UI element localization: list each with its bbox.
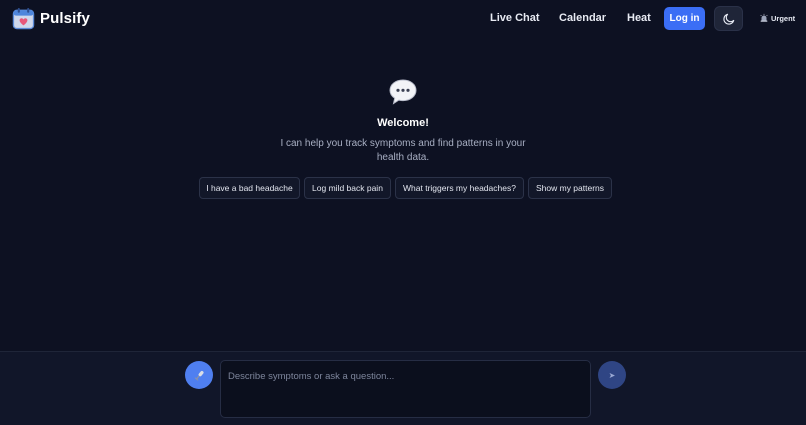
suggestion-log-back-pain[interactable]: Log mild back pain <box>304 177 391 199</box>
welcome-panel: Welcome! I can help you track symptoms a… <box>0 78 806 165</box>
speech-bubble-icon <box>389 79 417 105</box>
suggestion-show-patterns[interactable]: Show my patterns <box>528 177 612 199</box>
app-name: Pulsify <box>40 10 90 27</box>
urgent-label: Urgent <box>771 13 796 23</box>
app-root: Pulsify Live Chat Calendar Heat Log in U… <box>0 0 806 425</box>
send-button[interactable]: ➤ <box>598 361 626 389</box>
moon-icon <box>722 13 734 25</box>
login-button[interactable]: Log in <box>664 7 705 30</box>
welcome-description: I can help you track symptoms and find p… <box>280 138 526 163</box>
calendar-heart-icon <box>12 7 35 30</box>
nav-live-chat[interactable]: Live Chat <box>490 12 540 24</box>
message-composer: ➤ <box>0 351 806 425</box>
suggestion-headache-triggers[interactable]: What triggers my headaches? <box>395 177 524 199</box>
urgent-button[interactable]: Urgent <box>759 13 795 23</box>
microphone-icon <box>194 370 204 381</box>
siren-icon <box>760 13 768 22</box>
top-bar: Pulsify Live Chat Calendar Heat Log in U… <box>0 0 806 38</box>
brand[interactable]: Pulsify <box>12 7 90 30</box>
welcome-title: Welcome! <box>377 117 429 129</box>
message-input[interactable] <box>220 360 591 418</box>
nav-calendar[interactable]: Calendar <box>559 12 606 24</box>
theme-toggle-button[interactable] <box>714 6 743 31</box>
nav-heat[interactable]: Heat <box>627 12 651 24</box>
microphone-button[interactable] <box>185 361 213 389</box>
send-icon: ➤ <box>608 370 616 380</box>
suggestion-bad-headache[interactable]: I have a bad headache <box>199 177 300 199</box>
suggestion-chips: I have a bad headache Log mild back pain… <box>0 177 806 199</box>
